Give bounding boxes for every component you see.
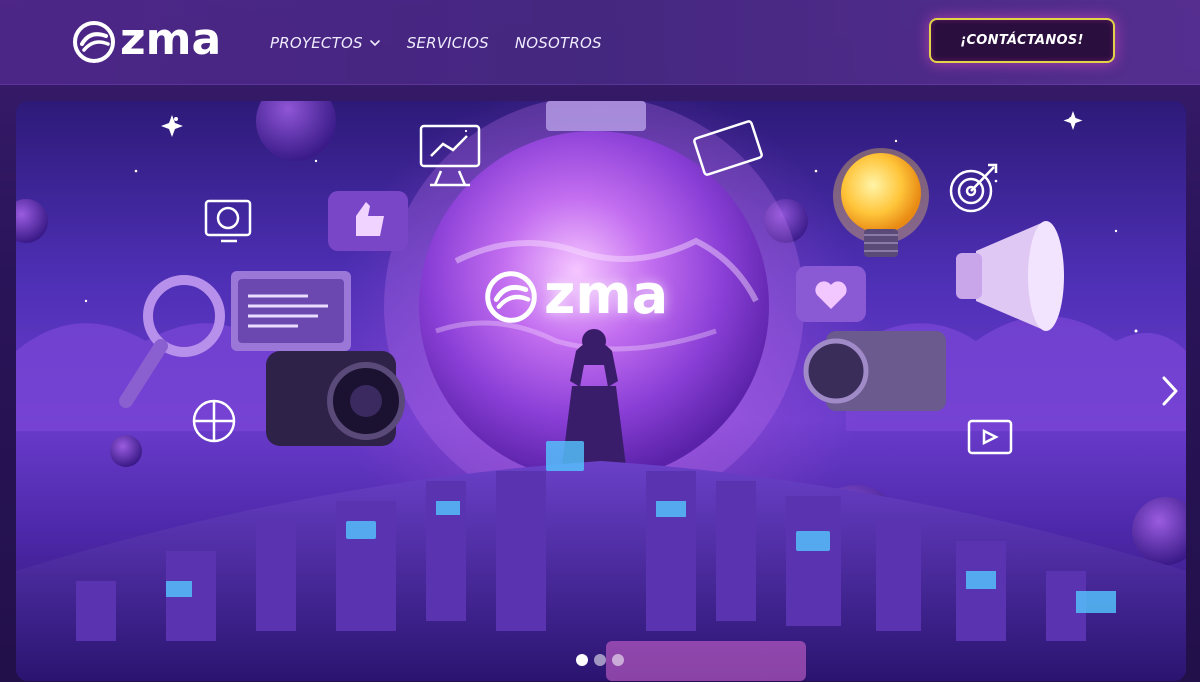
nav-item-label: SERVICIOS: [406, 34, 489, 52]
carousel-dot[interactable]: [612, 654, 624, 666]
carousel-indicators: [576, 654, 624, 666]
hero-logo-text: zma: [544, 263, 669, 326]
chevron-down-icon: [369, 40, 380, 47]
site-header: zma PROYECTOS SERVICIOS NOSOTROS ¡CONTÁC…: [0, 0, 1200, 85]
contact-button[interactable]: ¡CONTÁCTANOS!: [929, 18, 1115, 63]
carousel-dot[interactable]: [576, 654, 588, 666]
nav-item-label: PROYECTOS: [270, 34, 363, 52]
nav-item-proyectos[interactable]: PROYECTOS: [270, 34, 381, 52]
carousel-dot[interactable]: [594, 654, 606, 666]
logo-swirl-icon: [73, 21, 115, 63]
main-nav: PROYECTOS SERVICIOS NOSOTROS: [270, 34, 602, 52]
logo-swirl-icon: [485, 271, 537, 323]
hero-illustration: [16, 101, 1186, 681]
chevron-right-icon: [1162, 376, 1178, 406]
carousel-next-button[interactable]: [1158, 373, 1182, 409]
hero-logo: zma: [484, 263, 669, 326]
nav-item-servicios[interactable]: SERVICIOS: [407, 34, 489, 52]
nav-item-label: NOSOTROS: [514, 34, 602, 52]
hero-carousel: zma: [16, 101, 1186, 681]
logo-text: zma: [120, 14, 222, 65]
site-logo[interactable]: zma: [72, 14, 222, 65]
nav-item-nosotros[interactable]: NOSOTROS: [515, 34, 602, 52]
